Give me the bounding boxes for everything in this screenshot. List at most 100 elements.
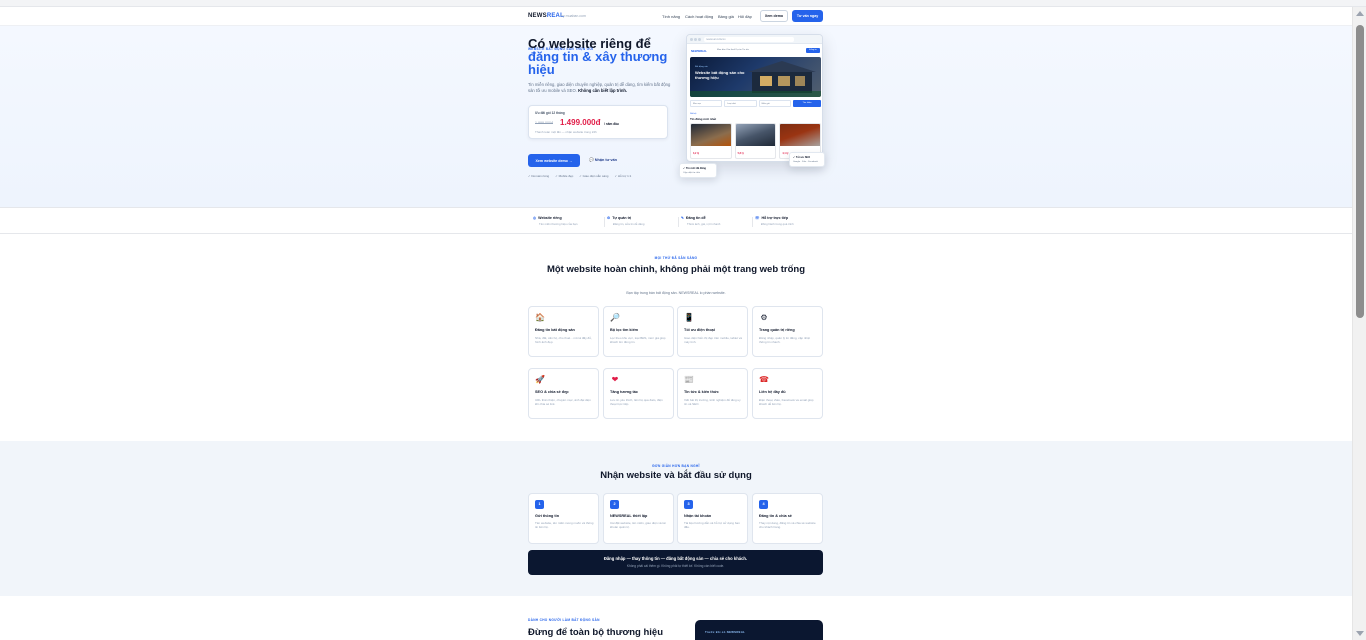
feature-desc: Lọc theo khu vực, loại BĐS, mức giá giúp…	[610, 336, 666, 345]
nav-how-it-works[interactable]: Cách hoạt động	[685, 14, 713, 19]
step-number: 4	[759, 500, 768, 509]
view-demo-button[interactable]: Xem website demo →	[528, 154, 580, 167]
price-card: Ưu đãi gói 12 tháng 1.999.000đ 1.499.000…	[528, 105, 668, 139]
benefit-support: ☏ Hỗ trợ trực tiếp Đồng hành trong quá tr…	[755, 216, 794, 226]
feature-desc: Giao diện hiển thị đẹp trên mobile, tabl…	[684, 336, 742, 345]
step-title: Nhận tài khoản	[684, 514, 712, 518]
floating-badge-title: ✓ Tối ưu SEO	[793, 156, 811, 159]
feature-card-engagement: ❤ Tăng tương tác Lưu tin yêu thích, liên…	[603, 368, 674, 419]
listing-price: 4,1 tỷ	[782, 152, 789, 155]
search-icon: 🔎	[610, 313, 620, 322]
divider	[752, 217, 753, 227]
floating-badge-new-post: ✓ Tin mới đã đăng Cập nhật tức thời	[679, 163, 717, 178]
feature-title: SEO & chia sẻ đẹp	[535, 390, 569, 394]
step-desc: Cài đặt website, tên miền, giao diện và …	[610, 521, 666, 530]
check-item: ✓ Hỗ trợ 1:1	[614, 174, 632, 178]
website-mockup: newsreal.vn/demo NEWSREAL Mua bán Cho th…	[686, 34, 823, 162]
nav-faq[interactable]: Hỏi đáp	[738, 14, 752, 19]
mockup-listing-card: 5,8 tỷ	[734, 123, 777, 159]
mockup-url: newsreal.vn/demo	[704, 37, 794, 42]
mockup-field: Khu vực	[690, 100, 723, 107]
logo[interactable]: NEWSREAL	[528, 13, 564, 19]
steps-title: Nhận website và bắt đầu sử dụng	[600, 470, 752, 481]
seo-icon: 🚀	[535, 375, 545, 384]
mockup-field: Mức giá	[758, 100, 791, 107]
mockup-section-tag: Nổi bật	[690, 113, 697, 115]
feature-card-contact: ☎ Liên hệ đầy đủ Điện thoại, Zalo, Faceb…	[752, 368, 823, 419]
feature-title: Trang quản trị riêng	[759, 328, 795, 332]
window-dot-icon	[698, 38, 701, 41]
mockup-section-title: Tin đăng mới nhất	[690, 117, 717, 121]
summary-banner: Đăng nhập — thay thông tin — đăng bất độ…	[528, 550, 823, 575]
feature-title: Bộ lọc tìm kiếm	[610, 328, 639, 332]
scroll-down-icon[interactable]	[1356, 631, 1364, 636]
feature-card-seo: 🚀 SEO & chia sẻ đẹp URL thân thiện, chuy…	[528, 368, 599, 419]
step-desc: Tài liệu hướng dẫn và hỗ trợ sử dụng ban…	[684, 521, 740, 530]
mockup-post-button: Đăng tin	[806, 48, 820, 53]
mockup-hero-tag: Bất động sản	[695, 66, 708, 68]
hero-checklist: ✓ Domain riêng ✓ Mobile đẹp ✓ Giao diện …	[528, 174, 631, 178]
price-note: Thanh toán một lần — nhận website trong …	[535, 130, 597, 134]
feature-title: Đăng tin bất động sản	[535, 328, 575, 332]
globe-icon: ◎	[533, 216, 537, 220]
mockup-nav: NEWSREAL Mua bán Cho thuê Dự án Tin tức …	[690, 47, 821, 55]
scrollbar-thumb[interactable]	[1356, 25, 1364, 318]
feature-desc: Điện thoại, Zalo, Facebook và email giúp…	[759, 398, 814, 407]
step-card-3: 3 Nhận tài khoản Tài liệu hướng dẫn và h…	[677, 493, 748, 544]
banner-subtitle: Không phải cài thêm gì. Không phải tự th…	[626, 564, 725, 568]
feature-card-mobile: 📱 Tối ưu điện thoại Giao diện hiển thị đ…	[677, 306, 748, 357]
step-card-4: 4 Đăng tin & chia sẻ Thay nội dung, đăng…	[752, 493, 823, 544]
bottom-title: Đừng để toàn bộ thương hiệu chỉ	[528, 627, 664, 640]
feature-desc: Viết bài thị trường, kinh nghiệm để tăng…	[684, 398, 741, 407]
window-dot-icon	[694, 38, 697, 41]
phone-icon: 📱	[684, 313, 694, 322]
floating-badge-sub: Cập nhật tức thời	[683, 172, 701, 174]
heart-icon: ❤	[611, 375, 619, 384]
benefit-posting: ✎ Đăng tin dễ Thêm ảnh, giá, vị trí nhanh	[681, 216, 721, 226]
get-consult-link[interactable]: 💬 Nhận tư vấn	[589, 157, 617, 162]
step-desc: Tên website, tên miền mong muốn và thông…	[535, 521, 594, 530]
edit-icon: ✎	[681, 216, 685, 220]
step-title: Đăng tin & chia sẻ	[759, 514, 792, 518]
feature-desc: URL thân thiện, chuyên mục, ảnh đại diện…	[535, 398, 591, 407]
step-title: NEWSREAL thiết lập	[610, 514, 648, 518]
listing-price: 3,2 tỷ	[693, 152, 700, 155]
site-header: NEWSREAL by muaban.com Tính năng Cách ho…	[0, 7, 1352, 26]
mockup-hero-title: Website bất động sản cho thương hiệu	[695, 70, 745, 80]
gear-icon: ⚙	[607, 216, 611, 220]
feature-desc: Lưu tin yêu thích, liên hệ qua Zalo, điệ…	[610, 398, 663, 407]
listing-price: 5,8 tỷ	[737, 152, 744, 155]
window-dot-icon	[690, 38, 693, 41]
step-card-1: 1 Gửi thông tin Tên website, tên miền mo…	[528, 493, 599, 544]
mockup-listing-card: 3,2 tỷ	[690, 123, 732, 159]
nav-pricing[interactable]: Bảng giá	[718, 14, 734, 19]
feature-title: Tăng tương tác	[610, 390, 639, 394]
before-after-tag: Trước khi có NEWSREAL	[705, 630, 746, 634]
features-eyebrow: Mọi thứ đã sẵn sàng	[654, 256, 698, 260]
floating-badge-sub: Google · Zalo · Facebook	[793, 161, 818, 163]
feature-desc: Đăng nhập, quản lý tin đăng, cập nhật th…	[759, 336, 810, 345]
feature-title: Tin tức & kiến thức	[684, 390, 719, 394]
nav-features[interactable]: Tính năng	[662, 14, 680, 19]
page-scrollbar[interactable]	[1352, 7, 1366, 640]
feature-card-listing: 🏠 Đăng tin bất động sản Nhà, đất, căn hộ…	[528, 306, 599, 357]
step-title: Gửi thông tin	[535, 514, 560, 518]
browser-top-strip	[0, 0, 1366, 7]
steps-eyebrow: Đơn giản hơn bạn nghĩ	[652, 464, 700, 468]
bottom-eyebrow: Dành cho người làm bất động sản	[528, 618, 600, 622]
news-icon: 📰	[684, 375, 694, 384]
mockup-logo: NEWSREAL	[691, 49, 708, 53]
logo-subtitle: by muaban.com	[561, 14, 586, 18]
listing-photo	[691, 124, 731, 146]
mockup-search: Khu vực Loại nhà Mức giá Tìm kiếm	[690, 100, 821, 109]
mockup-browser-bar: newsreal.vn/demo	[687, 35, 822, 44]
demo-button[interactable]: Xem demo	[760, 10, 788, 22]
benefit-website: ◎ Website riêng Tên miền thương hiệu của …	[533, 216, 578, 226]
mockup-field: Loại nhà	[724, 100, 757, 107]
scroll-up-icon[interactable]	[1356, 11, 1364, 16]
step-number: 3	[684, 500, 693, 509]
benefit-strip: ◎ Website riêng Tên miền thương hiệu của …	[0, 207, 1352, 234]
banner-title: Đăng nhập — thay thông tin — đăng bất độ…	[603, 556, 748, 561]
check-item: ✓ Giao diện sẵn sàng	[579, 174, 609, 178]
consult-button[interactable]: Tư vấn ngay	[792, 10, 823, 22]
